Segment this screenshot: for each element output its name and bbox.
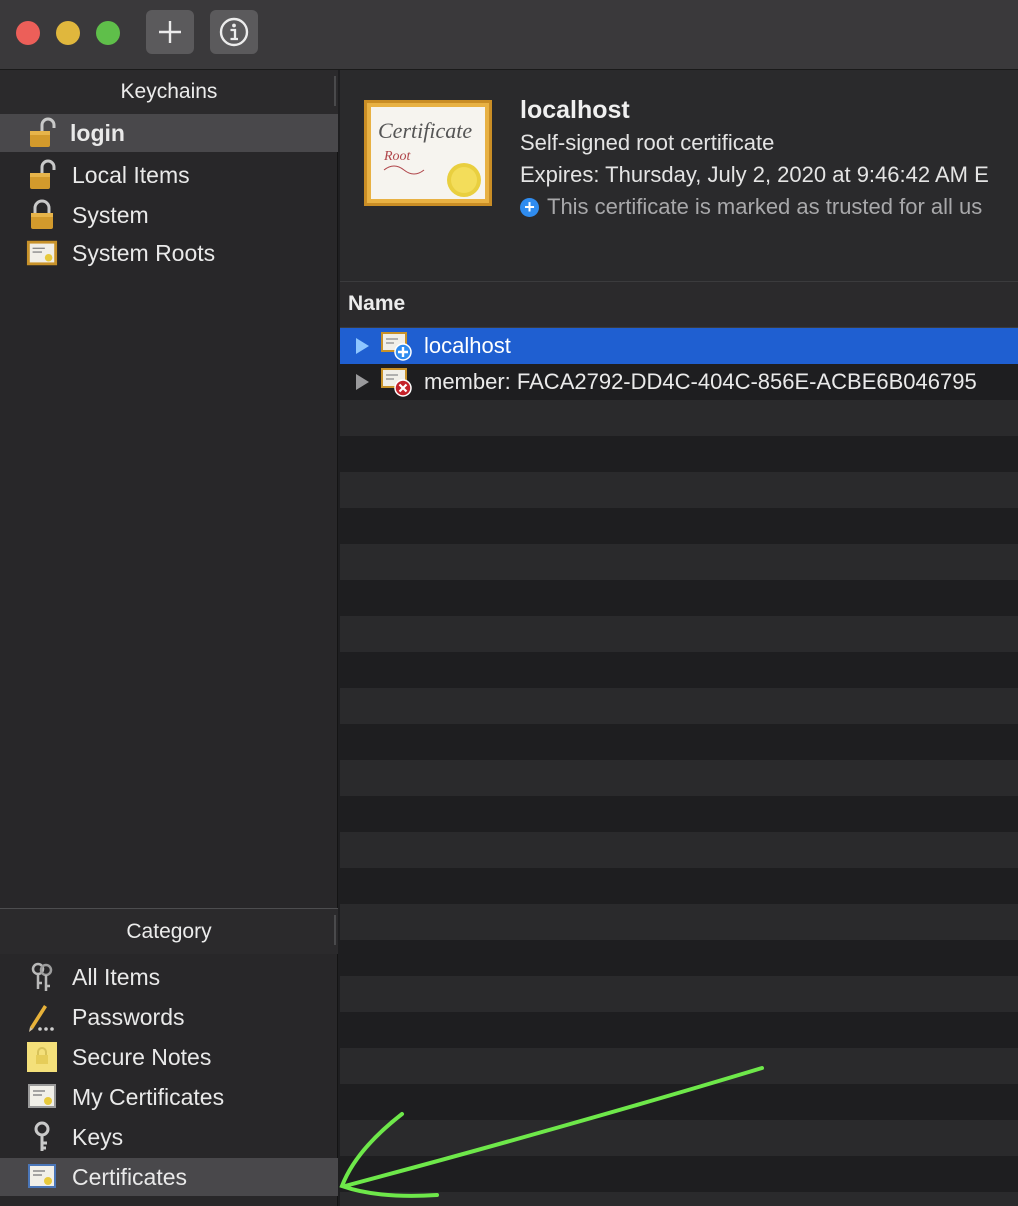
sidebar-item-label: All Items xyxy=(72,963,161,990)
certificate-caption-top: Certificate xyxy=(378,118,472,143)
category-header-label: Category xyxy=(126,919,212,943)
sidebar-item-label: Secure Notes xyxy=(72,1043,212,1070)
empty-row xyxy=(340,472,1018,508)
unlocked-padlock-icon xyxy=(26,117,58,149)
certificate-icon xyxy=(26,1161,58,1193)
empty-row xyxy=(340,688,1018,724)
category-header: Category xyxy=(0,908,338,954)
note-icon xyxy=(26,1041,58,1073)
empty-row xyxy=(340,976,1018,1012)
sidebar-item-label: Keys xyxy=(72,1123,124,1150)
empty-row xyxy=(340,400,1018,436)
empty-row xyxy=(340,940,1018,976)
minimize-window-button[interactable] xyxy=(56,21,80,45)
sidebar-item-login[interactable]: login xyxy=(0,114,338,152)
certificate-user-icon xyxy=(26,1081,58,1113)
sidebar-divider[interactable] xyxy=(334,915,336,945)
sidebar-item-local-items[interactable]: Local Items xyxy=(0,156,338,194)
certificate-trusted-icon xyxy=(380,331,412,361)
info-icon xyxy=(219,17,249,47)
sidebar-item-label: My Certificates xyxy=(72,1083,225,1110)
empty-row xyxy=(340,1048,1018,1084)
certificate-trust-status: + This certificate is marked as trusted … xyxy=(520,194,982,220)
zoom-window-button[interactable] xyxy=(96,21,120,45)
empty-row xyxy=(340,508,1018,544)
trust-status-text: This certificate is marked as trusted fo… xyxy=(547,194,983,219)
certificate-large-icon: Certificate Root xyxy=(364,100,492,206)
unlocked-padlock-icon xyxy=(26,159,58,191)
empty-row xyxy=(340,724,1018,760)
certificate-icon xyxy=(26,237,58,269)
sidebar-item-label: System Roots xyxy=(72,239,216,266)
sidebar-item-system-roots[interactable]: System Roots xyxy=(0,234,338,272)
title-bar xyxy=(0,0,1018,70)
empty-row xyxy=(340,580,1018,616)
sidebar-item-label: login xyxy=(70,119,125,146)
pencil-dots-icon xyxy=(26,1001,58,1033)
get-info-button[interactable] xyxy=(210,10,258,54)
row-label: localhost xyxy=(424,333,511,358)
sidebar-item-label: Passwords xyxy=(72,1003,185,1030)
table-row-localhost[interactable]: localhost xyxy=(340,328,1018,364)
empty-row xyxy=(340,1084,1018,1120)
certificate-list: localhost member: FACA2792-DD4C-404C-856… xyxy=(340,328,1018,1206)
sidebar-item-label: System xyxy=(72,201,149,228)
plus-icon xyxy=(159,21,181,43)
empty-row xyxy=(340,544,1018,580)
sidebar-item-keys[interactable]: Keys xyxy=(0,1118,338,1156)
empty-row xyxy=(340,1192,1018,1206)
certificate-caption-bottom: Root xyxy=(383,149,412,164)
trusted-plus-icon: + xyxy=(520,197,539,217)
empty-row xyxy=(340,760,1018,796)
column-header-name[interactable]: Name xyxy=(340,282,1018,328)
sidebar-item-all-items[interactable]: All Items xyxy=(0,958,338,996)
main-panel: Certificate Root localhost Self-signed r… xyxy=(340,70,1018,1206)
sidebar-item-my-certificates[interactable]: My Certificates xyxy=(0,1078,338,1116)
empty-row xyxy=(340,832,1018,868)
add-item-button[interactable] xyxy=(146,10,194,54)
keys-icon xyxy=(26,961,58,993)
table-row-member[interactable]: member: FACA2792-DD4C-404C-856E-ACBE6B04… xyxy=(340,364,1018,400)
empty-row xyxy=(340,652,1018,688)
empty-row xyxy=(340,1012,1018,1048)
column-header-label: Name xyxy=(348,292,406,315)
sidebar-item-secure-notes[interactable]: Secure Notes xyxy=(0,1038,338,1076)
row-label: member: FACA2792-DD4C-404C-856E-ACBE6B04… xyxy=(424,369,977,394)
key-icon xyxy=(26,1121,58,1153)
empty-row xyxy=(340,616,1018,652)
certificate-untrusted-icon xyxy=(380,367,412,397)
locked-padlock-icon xyxy=(26,199,58,231)
empty-row xyxy=(340,868,1018,904)
empty-row xyxy=(340,796,1018,832)
sidebar-item-system[interactable]: System xyxy=(0,196,338,234)
close-window-button[interactable] xyxy=(16,21,40,45)
empty-row xyxy=(340,436,1018,472)
empty-row xyxy=(340,1156,1018,1192)
sidebar-divider[interactable] xyxy=(334,76,336,106)
sidebar-item-label: Local Items xyxy=(72,161,190,188)
sidebar-item-label: Certificates xyxy=(72,1163,188,1190)
keychains-header-label: Keychains xyxy=(120,80,218,103)
disclosure-triangle-icon[interactable] xyxy=(356,374,369,390)
sidebar-item-certificates[interactable]: Certificates xyxy=(0,1158,338,1196)
sidebar-item-passwords[interactable]: Passwords xyxy=(0,998,338,1036)
certificate-expiry: Expires: Thursday, July 2, 2020 at 9:46:… xyxy=(520,162,989,187)
certificate-detail-header: Certificate Root localhost Self-signed r… xyxy=(340,70,1018,282)
empty-row xyxy=(340,1120,1018,1156)
sidebar: Keychains login Local Items System Syste… xyxy=(0,70,338,1206)
disclosure-triangle-icon[interactable] xyxy=(356,338,369,354)
certificate-type: Self-signed root certificate xyxy=(520,130,775,155)
keychains-header: Keychains xyxy=(0,70,338,114)
certificate-title: localhost xyxy=(520,96,630,124)
empty-row xyxy=(340,904,1018,940)
